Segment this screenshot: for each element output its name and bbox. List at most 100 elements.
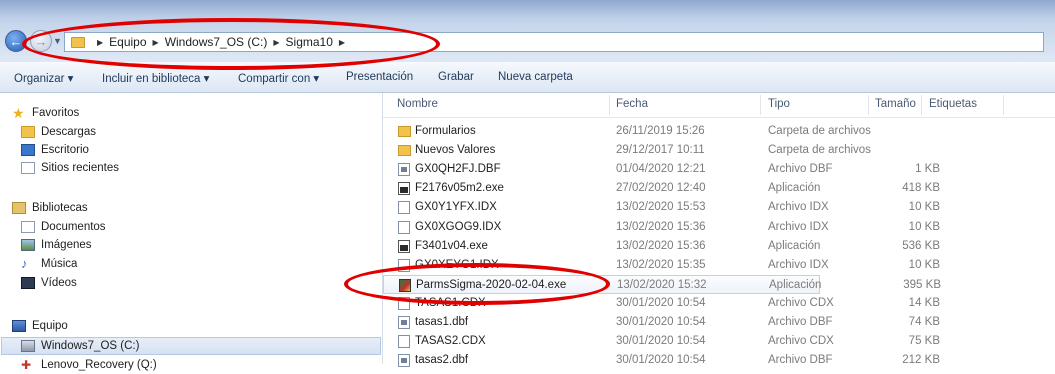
breadcrumb-drive-c[interactable]: Windows7_OS (C:) — [165, 35, 268, 49]
file-name: TASAS1.CDX — [415, 296, 486, 309]
chevron-right-icon[interactable]: ▶ — [273, 38, 279, 47]
breadcrumb-equipo[interactable]: Equipo — [109, 35, 146, 49]
file-size: 212 KB — [902, 354, 940, 367]
nav-videos[interactable]: Vídeos — [21, 274, 77, 292]
column-header-row: Nombre Fecha Tipo Tamaño Etiquetas — [383, 93, 1055, 118]
file-name: F2176v05m2.exe — [415, 182, 504, 195]
file-date: 30/01/2020 10:54 — [616, 354, 706, 367]
share-with-button[interactable]: Compartir con ▾ — [238, 71, 319, 85]
file-size: 10 KB — [908, 220, 940, 233]
video-icon — [21, 277, 35, 289]
file-size: 1 KB — [915, 163, 940, 176]
file-row[interactable]: ParmsSigma-2020-02-04.exe 13/02/2020 15:3… — [383, 274, 941, 294]
folder-icon — [71, 36, 85, 48]
file-date: 30/01/2020 10:54 — [616, 316, 706, 328]
navigation-pane: ★ Favoritos Descargas Escritorio Sitios r… — [0, 93, 383, 371]
nav-images[interactable]: Imágenes — [21, 236, 92, 254]
recent-pages-dropdown-icon[interactable]: ▼ — [53, 36, 62, 46]
nav-libraries[interactable]: Bibliotecas — [12, 199, 88, 217]
file-row[interactable]: tasas2.dbf 30/01/2020 10:54 Archivo DBF 212… — [383, 351, 1055, 370]
file-type: Archivo IDX — [768, 258, 829, 271]
file-row[interactable]: GX0XEYG1.IDX 13/02/2020 15:35 Archivo IDX 1… — [383, 256, 1055, 275]
back-arrow-icon: ← — [9, 33, 23, 49]
burn-button[interactable]: Grabar — [438, 71, 474, 83]
nav-documents[interactable]: Documentos — [21, 218, 106, 236]
forward-button[interactable]: → — [30, 30, 52, 52]
include-in-library-button[interactable]: Incluir en biblioteca ▾ — [102, 71, 209, 85]
nav-label: Música — [41, 258, 78, 270]
nav-drive-q[interactable]: ✚ Lenovo_Recovery (Q:) — [21, 356, 157, 374]
nav-label: Bibliotecas — [32, 202, 88, 214]
nav-favorites[interactable]: ★ Favoritos — [12, 104, 79, 122]
file-name: F3401v04.exe — [415, 239, 488, 252]
downloads-folder-icon — [21, 126, 35, 138]
dbf-file-icon — [398, 163, 410, 177]
parms-app-icon — [399, 278, 411, 292]
music-note-icon: ♪ — [21, 256, 28, 271]
blank-file-icon — [398, 201, 410, 215]
file-size: 536 KB — [902, 239, 940, 252]
file-row[interactable]: Formularios 26/11/2019 15:26 Carpeta de ar… — [383, 122, 1055, 141]
organize-button[interactable]: Organizar ▾ — [14, 71, 73, 85]
presentation-button[interactable]: Presentación — [346, 71, 413, 83]
file-row[interactable]: TASAS1.CDX 30/01/2020 10:54 Archivo CDX 14 … — [383, 294, 1055, 313]
file-size: 10 KB — [908, 201, 940, 214]
nav-label: Descargas — [41, 126, 96, 138]
chevron-right-icon[interactable]: ▶ — [153, 38, 159, 47]
computer-icon — [12, 320, 26, 332]
nav-label: Windows7_OS (C:) — [41, 340, 140, 352]
file-name: tasas2.dbf — [415, 354, 469, 367]
chevron-right-icon[interactable]: ▶ — [97, 38, 103, 47]
file-size: 14 KB — [908, 296, 940, 309]
nav-desktop[interactable]: Escritorio — [21, 141, 89, 159]
file-type: Archivo DBF — [768, 354, 833, 367]
dbf-file-icon — [398, 316, 410, 329]
back-button[interactable]: ← — [5, 30, 27, 52]
file-row[interactable]: F2176v05m2.exe 27/02/2020 12:40 Aplicación… — [383, 179, 1055, 198]
libraries-icon — [12, 202, 26, 214]
file-name: GX0XGOG9.IDX — [415, 220, 502, 233]
file-name: GX0QH2FJ.DBF — [415, 163, 501, 176]
column-divider[interactable] — [1003, 95, 1004, 115]
nav-computer[interactable]: Equipo — [12, 317, 68, 335]
command-toolbar: Organizar ▾ Incluir en biblioteca ▾ Comp… — [0, 62, 1055, 93]
address-bar[interactable]: ▶ Equipo ▶ Windows7_OS (C:) ▶ Sigma10 ▶ — [64, 32, 1044, 52]
file-row[interactable]: GX0XGOG9.IDX 13/02/2020 15:36 Archivo IDX 1… — [383, 218, 1055, 237]
file-date: 30/01/2020 10:54 — [616, 296, 706, 309]
file-type: Archivo CDX — [768, 296, 834, 309]
file-name: tasas1.dbf — [415, 316, 469, 328]
column-header-size[interactable]: Tamaño — [875, 98, 916, 110]
column-header-tags[interactable]: Etiquetas — [929, 98, 977, 110]
column-divider[interactable] — [921, 95, 922, 115]
file-type: Archivo DBF — [768, 316, 833, 328]
nav-drive-c[interactable]: Windows7_OS (C:) — [21, 337, 139, 355]
column-divider[interactable] — [609, 95, 610, 115]
file-size: 74 KB — [908, 316, 940, 328]
file-row[interactable]: GX0Y1YFX.IDX 13/02/2020 15:53 Archivo IDX 1… — [383, 198, 1055, 217]
breadcrumb-sigma10[interactable]: Sigma10 — [286, 35, 333, 49]
file-row[interactable]: GX0QH2FJ.DBF 01/04/2020 12:21 Archivo DBF 1… — [383, 160, 1055, 179]
column-header-name[interactable]: Nombre — [397, 98, 438, 110]
file-row[interactable]: Nuevos Valores 29/12/2017 10:11 Carpeta de… — [383, 141, 1055, 160]
file-row[interactable]: TASAS2.CDX 30/01/2020 10:54 Archivo CDX 75 … — [383, 332, 1055, 351]
column-header-date[interactable]: Fecha — [616, 98, 648, 110]
file-row[interactable]: tasas1.dbf 30/01/2020 10:54 Archivo DBF 74 … — [383, 313, 1055, 332]
nav-music[interactable]: ♪ Música — [21, 255, 77, 273]
chevron-right-icon[interactable]: ▶ — [339, 38, 345, 47]
column-divider[interactable] — [760, 95, 761, 115]
nav-recent-places[interactable]: Sitios recientes — [21, 159, 119, 177]
file-name: Formularios — [415, 125, 476, 137]
new-folder-button[interactable]: Nueva carpeta — [498, 71, 573, 83]
nav-downloads[interactable]: Descargas — [21, 123, 96, 141]
desktop-icon — [21, 144, 35, 156]
file-size: 75 KB — [908, 335, 940, 348]
nav-label: Sitios recientes — [41, 162, 119, 174]
blank-file-icon — [398, 296, 410, 310]
documents-icon — [21, 221, 35, 233]
folder-icon — [398, 126, 411, 137]
file-type: Archivo CDX — [768, 335, 834, 348]
file-size: 10 KB — [908, 258, 940, 271]
column-divider[interactable] — [868, 95, 869, 115]
column-header-type[interactable]: Tipo — [768, 98, 790, 110]
file-row[interactable]: F3401v04.exe 13/02/2020 15:36 Aplicación 53… — [383, 237, 1055, 256]
